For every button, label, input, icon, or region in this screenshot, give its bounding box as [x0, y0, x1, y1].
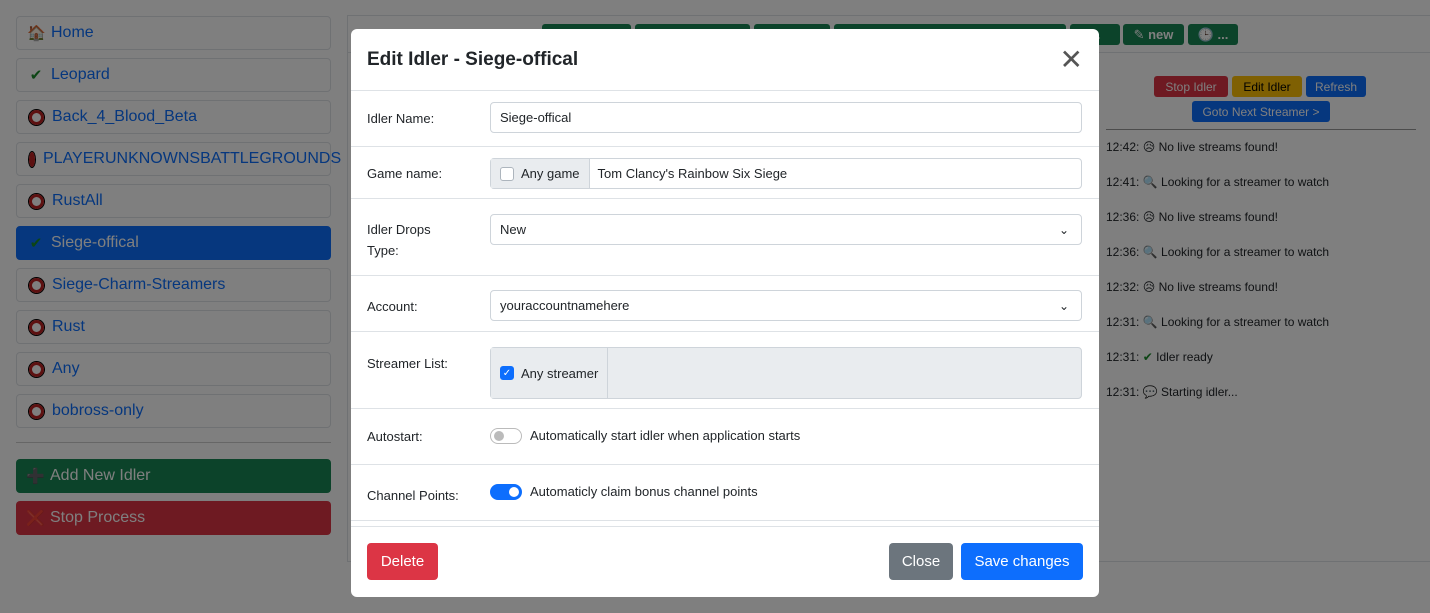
channel-points-description: Automaticly claim bonus channel points — [530, 484, 758, 499]
streamer-list-label: Streamer List: — [367, 356, 448, 371]
account-select[interactable]: youraccountnamehere ⌄ — [490, 290, 1082, 321]
drops-type-label: Idler Drops Type: — [367, 222, 431, 258]
save-changes-button[interactable]: Save changes — [961, 543, 1083, 580]
chevron-down-icon: ⌄ — [1058, 222, 1069, 237]
autostart-description: Automatically start idler when applicati… — [530, 428, 801, 443]
channel-points-toggle[interactable] — [490, 484, 522, 500]
game-name-group: Any game Tom Clancy's Rainbow Six Siege — [490, 158, 1082, 189]
footer-divider — [351, 526, 1099, 527]
channel-points-label: Channel Points: — [367, 488, 459, 503]
game-name-input[interactable]: Tom Clancy's Rainbow Six Siege — [590, 166, 788, 181]
any-streamer-checkbox[interactable]: ✓ — [500, 366, 514, 380]
idler-name-input[interactable]: Siege-offical — [490, 102, 1082, 133]
account-label: Account: — [367, 299, 418, 314]
any-game-checkbox[interactable] — [500, 166, 514, 181]
autostart-toggle[interactable] — [490, 428, 522, 444]
close-button[interactable]: Close — [889, 543, 953, 580]
drops-type-select[interactable]: New ⌄ — [490, 214, 1082, 245]
idler-name-label: Idler Name: — [367, 111, 435, 126]
edit-idler-modal: Edit Idler - Siege-offical ✕ Idler Name: … — [351, 29, 1099, 597]
chevron-down-icon: ⌄ — [1058, 298, 1069, 313]
autostart-label: Autostart: — [367, 429, 423, 444]
game-name-label: Game name: — [367, 166, 443, 181]
streamer-list-textarea[interactable] — [608, 348, 1081, 398]
close-icon[interactable]: ✕ — [1060, 43, 1083, 76]
modal-title: Edit Idler - Siege-offical — [367, 48, 579, 70]
delete-button[interactable]: Delete — [367, 543, 438, 580]
streamer-list-group: ✓ Any streamer — [490, 347, 1082, 399]
